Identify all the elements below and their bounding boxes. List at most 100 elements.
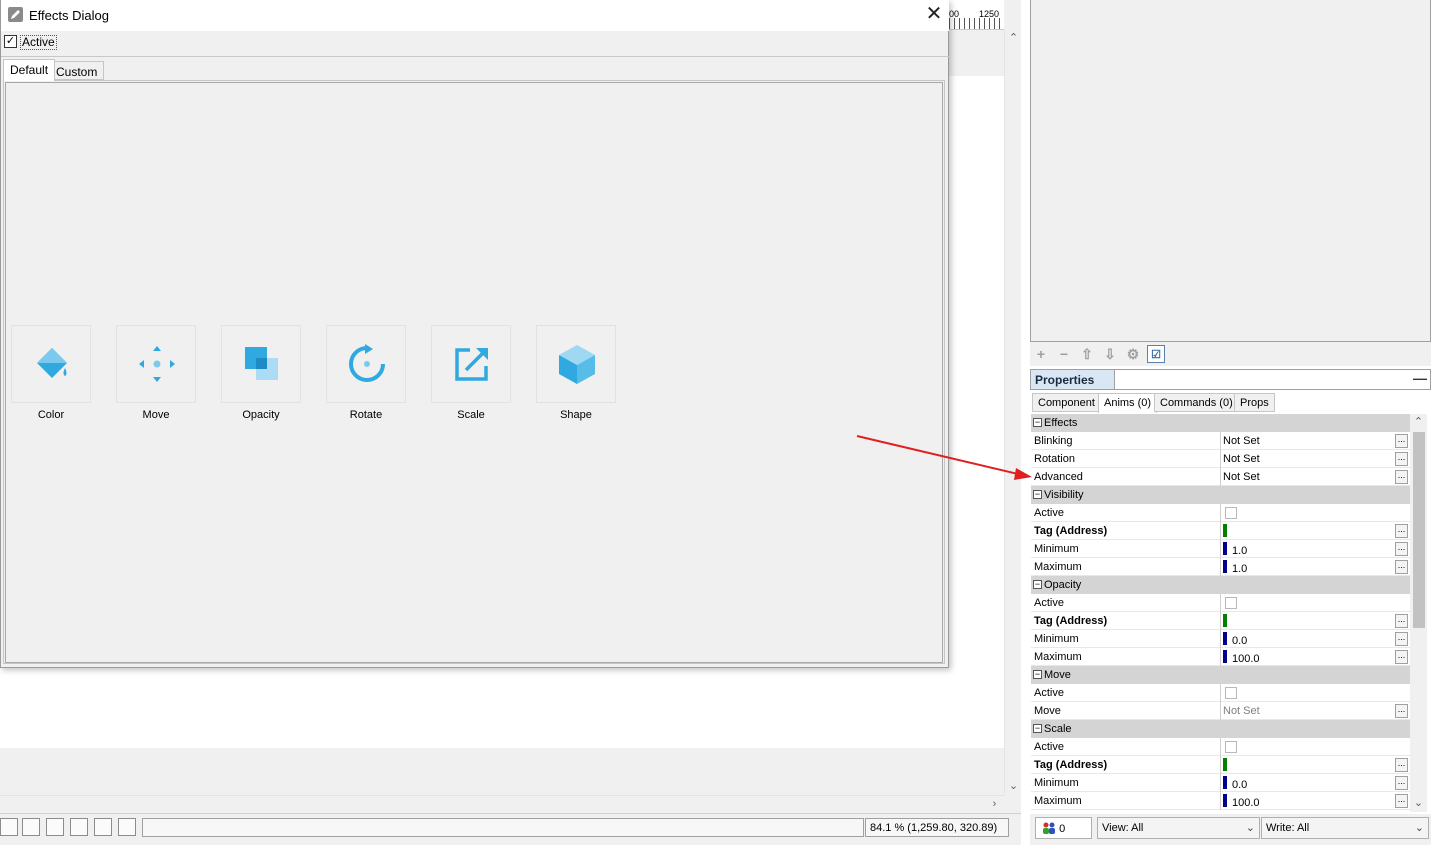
- write-dropdown[interactable]: Write: All ⌄: [1261, 817, 1429, 839]
- effect-tile-color[interactable]: [11, 325, 91, 403]
- grid-icon[interactable]: [0, 818, 18, 836]
- property-row-move-active[interactable]: Active: [1031, 684, 1410, 702]
- ellipsis-button[interactable]: ...: [1395, 794, 1408, 808]
- property-row-blinking[interactable]: Blinking Not Set ...: [1031, 432, 1410, 450]
- category-move[interactable]: − Move: [1031, 666, 1410, 684]
- users-button[interactable]: 0: [1035, 817, 1092, 839]
- ellipsis-button[interactable]: ...: [1395, 542, 1408, 556]
- property-row-visibility-active[interactable]: Active: [1031, 504, 1410, 522]
- property-row-scale-minimum[interactable]: Minimum 0.0 ...: [1031, 774, 1410, 792]
- property-row-scale-maximum[interactable]: Maximum 100.0 ...: [1031, 792, 1410, 810]
- category-effects[interactable]: − Effects: [1031, 414, 1410, 432]
- property-checkbox[interactable]: [1225, 741, 1237, 753]
- collapse-icon[interactable]: −: [1033, 670, 1042, 679]
- property-row-advanced[interactable]: Advanced Not Set ...: [1031, 468, 1410, 486]
- property-value[interactable]: 100.0: [1232, 653, 1260, 665]
- collapse-icon[interactable]: −: [1033, 490, 1042, 499]
- collapse-icon[interactable]: −: [1033, 418, 1042, 427]
- effect-tile-move[interactable]: [116, 325, 196, 403]
- dialog-titlebar[interactable]: Effects Dialog ✕: [1, 0, 949, 31]
- ellipsis-button[interactable]: ...: [1395, 452, 1408, 466]
- snap-icon[interactable]: [94, 818, 112, 836]
- diagonal-icon[interactable]: [70, 818, 88, 836]
- property-row-opacity-tag[interactable]: Tag (Address) ...: [1031, 612, 1410, 630]
- property-row-opacity-minimum[interactable]: Minimum 0.0 ...: [1031, 630, 1410, 648]
- divider: [1220, 468, 1221, 486]
- property-name: Minimum: [1034, 633, 1079, 645]
- move-down-icon[interactable]: ⇩: [1101, 345, 1119, 363]
- property-value[interactable]: 0.0: [1232, 635, 1247, 647]
- tab-component[interactable]: Component: [1032, 393, 1101, 412]
- property-checkbox[interactable]: [1225, 687, 1237, 699]
- scroll-up-icon[interactable]: ⌃: [1410, 414, 1427, 431]
- property-row-move[interactable]: Move Not Set ...: [1031, 702, 1410, 720]
- active-checkbox-label[interactable]: Active: [20, 35, 57, 50]
- property-value[interactable]: 1.0: [1232, 545, 1247, 557]
- category-opacity[interactable]: − Opacity: [1031, 576, 1410, 594]
- category-visibility[interactable]: − Visibility: [1031, 486, 1410, 504]
- category-label: Effects: [1044, 417, 1078, 429]
- view-dropdown[interactable]: View: All ⌄: [1097, 817, 1260, 839]
- move-up-icon[interactable]: ⇧: [1078, 345, 1096, 363]
- property-row-visibility-tag[interactable]: Tag (Address) ...: [1031, 522, 1410, 540]
- property-row-opacity-active[interactable]: Active: [1031, 594, 1410, 612]
- property-checkbox[interactable]: [1225, 597, 1237, 609]
- scroll-up-icon[interactable]: ⌃: [1005, 30, 1022, 47]
- effect-tile-rotate[interactable]: [326, 325, 406, 403]
- property-value[interactable]: Not Set: [1223, 453, 1260, 465]
- property-grid-scrollbar[interactable]: ⌃ ⌄: [1410, 414, 1427, 812]
- property-row-visibility-minimum[interactable]: Minimum 1.0 ...: [1031, 540, 1410, 558]
- angle-icon[interactable]: [46, 818, 64, 836]
- scroll-down-icon[interactable]: ⌄: [1410, 795, 1427, 812]
- add-icon[interactable]: +: [1032, 345, 1050, 363]
- property-row-rotation[interactable]: Rotation Not Set ...: [1031, 450, 1410, 468]
- scroll-right-icon[interactable]: ›: [986, 796, 1003, 813]
- property-value[interactable]: Not Set: [1223, 471, 1260, 483]
- scrollbar-thumb[interactable]: [1413, 432, 1425, 628]
- category-scale[interactable]: − Scale: [1031, 720, 1410, 738]
- ellipsis-button[interactable]: ...: [1395, 614, 1408, 628]
- ellipsis-button[interactable]: ...: [1395, 434, 1408, 448]
- property-row-scale-active[interactable]: Active: [1031, 738, 1410, 756]
- ellipsis-button[interactable]: ...: [1395, 758, 1408, 772]
- property-checkbox[interactable]: [1225, 507, 1237, 519]
- ellipsis-button[interactable]: ...: [1395, 704, 1408, 718]
- effect-label: Color: [37, 409, 65, 421]
- canvas-horizontal-scrollbar[interactable]: ›: [0, 795, 1004, 812]
- tab-anims[interactable]: Anims (0): [1098, 393, 1158, 413]
- property-value[interactable]: 1.0: [1232, 563, 1247, 575]
- ellipsis-button[interactable]: ...: [1395, 650, 1408, 664]
- ellipsis-button[interactable]: ...: [1395, 560, 1408, 574]
- screen-icon[interactable]: [118, 818, 136, 836]
- property-value[interactable]: 0.0: [1232, 779, 1247, 791]
- gear-icon[interactable]: ⚙: [1124, 345, 1142, 363]
- canvas-vertical-scrollbar[interactable]: ⌃ ⌄: [1004, 30, 1021, 795]
- property-row-visibility-maximum[interactable]: Maximum 1.0 ...: [1031, 558, 1410, 576]
- tab-props[interactable]: Props: [1234, 393, 1275, 412]
- remove-icon[interactable]: −: [1055, 345, 1073, 363]
- checklist-icon[interactable]: ☑: [1147, 345, 1165, 363]
- effect-tile-opacity[interactable]: [221, 325, 301, 403]
- property-row-opacity-maximum[interactable]: Maximum 100.0 ...: [1031, 648, 1410, 666]
- property-row-scale-tag[interactable]: Tag (Address) ...: [1031, 756, 1410, 774]
- property-value[interactable]: 100.0: [1232, 797, 1260, 809]
- effect-tile-scale[interactable]: [431, 325, 511, 403]
- effect-tile-shape[interactable]: [536, 325, 616, 403]
- property-value[interactable]: Not Set: [1223, 705, 1260, 717]
- ellipsis-button[interactable]: ...: [1395, 776, 1408, 790]
- close-icon[interactable]: ✕: [921, 2, 947, 28]
- ellipsis-button[interactable]: ...: [1395, 632, 1408, 646]
- collapse-icon[interactable]: −: [1033, 724, 1042, 733]
- tab-custom[interactable]: Custom: [49, 61, 105, 80]
- ellipsis-button[interactable]: ...: [1395, 470, 1408, 484]
- frame-icon[interactable]: [22, 818, 40, 836]
- cube-icon: [559, 345, 595, 384]
- ellipsis-button[interactable]: ...: [1395, 524, 1408, 538]
- collapse-icon[interactable]: −: [1033, 580, 1042, 589]
- tab-commands[interactable]: Commands (0): [1154, 393, 1239, 412]
- scroll-down-icon[interactable]: ⌄: [1005, 778, 1022, 795]
- minimize-icon[interactable]: —: [1413, 370, 1427, 386]
- active-checkbox[interactable]: ✓: [4, 35, 17, 48]
- tab-default[interactable]: Default: [3, 59, 56, 81]
- property-value[interactable]: Not Set: [1223, 435, 1260, 447]
